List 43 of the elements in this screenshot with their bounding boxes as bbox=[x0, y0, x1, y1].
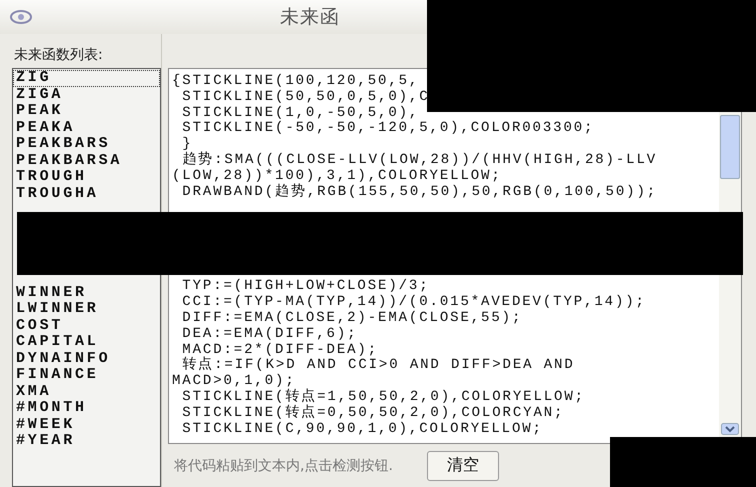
code-line: (LOW,28))*100),3,1),COLORYELLOW; bbox=[172, 168, 503, 184]
function-list-item[interactable]: #MONTH bbox=[13, 400, 160, 416]
function-list-item[interactable]: PEAKBARSA bbox=[13, 152, 160, 169]
function-list-item[interactable]: FINANCE bbox=[13, 367, 160, 384]
function-list-item[interactable]: DYNAINFO bbox=[13, 350, 160, 367]
code-line: DEA:=EMA(DIFF,6); bbox=[181, 326, 358, 342]
clear-button[interactable]: 清空 bbox=[426, 450, 499, 480]
code-line: MACD>0,1,0); bbox=[172, 374, 296, 390]
function-list-item[interactable]: XMA bbox=[13, 384, 160, 400]
code-line: STICKLINE(C,90,90,1,0),COLORYELLOW; bbox=[181, 422, 544, 438]
scrollbar-thumb[interactable] bbox=[720, 115, 740, 179]
function-list-item[interactable]: LWINNER bbox=[13, 301, 160, 318]
code-line: STICKLINE(1,0,-50,5,0), bbox=[181, 106, 420, 121]
function-list-item[interactable]: TROUGHA bbox=[13, 186, 160, 202]
function-list-item[interactable]: PEAKA bbox=[13, 120, 160, 136]
function-list-item[interactable]: WINNER bbox=[13, 284, 160, 301]
function-list-item[interactable]: PEAK bbox=[13, 103, 160, 120]
code-line: STICKLINE(-50,-50,-120,5,0),COLOR003300; bbox=[181, 121, 596, 136]
code-line: TYP:=(HIGH+LOW+CLOSE)/3; bbox=[181, 279, 431, 294]
list-label: 未来函数列表: bbox=[14, 46, 104, 64]
window-title: 未来函 bbox=[280, 5, 340, 30]
function-list-item[interactable]: ZIG bbox=[13, 70, 160, 86]
code-line: STICKLINE(转点=1,50,50,2,0),COLORYELLOW; bbox=[181, 390, 586, 405]
code-line: DIFF:=EMA(CLOSE,2)-EMA(CLOSE,55); bbox=[181, 310, 524, 326]
code-line: 趋势:SMA(((CLOSE-LLV(LOW,28))/(HHV(HIGH,28)-LLV bbox=[181, 152, 658, 168]
hint-text: 将代码粘贴到文本内,点击检测按钮. bbox=[174, 456, 393, 474]
function-list-item[interactable]: CAPITAL bbox=[13, 334, 160, 350]
code-line: {STICKLINE(100,120,50,5, bbox=[172, 74, 420, 90]
function-list-item[interactable]: TROUGH bbox=[13, 169, 160, 186]
app-icon bbox=[8, 7, 34, 27]
function-list-item[interactable]: #WEEK bbox=[13, 416, 160, 433]
function-list-item[interactable]: ZIGA bbox=[13, 86, 160, 103]
scroll-down-icon[interactable] bbox=[721, 423, 739, 435]
code-line: STICKLINE(50,50,0,5,0),C bbox=[181, 90, 431, 106]
code-line: DRAWBAND(趋势,RGB(155,50,50),50,RGB(0,100,50)); bbox=[181, 184, 658, 200]
code-line: } bbox=[181, 137, 193, 152]
function-list-item[interactable]: #YEAR bbox=[13, 433, 160, 450]
function-list-item[interactable]: PEAKBARS bbox=[13, 136, 160, 152]
code-line: MACD:=2*(DIFF-DEA); bbox=[181, 342, 380, 358]
code-line: STICKLINE(转点=0,50,50,2,0),COLORCYAN; bbox=[181, 406, 566, 422]
function-list-item[interactable]: COST bbox=[13, 318, 160, 334]
code-line: CCI:=(TYP-MA(TYP,14))/(0.015*AVEDEV(TYP,14)); bbox=[181, 295, 647, 310]
code-line: 转点:=IF(K>D AND CCI>0 AND DIFF>DEA AND bbox=[181, 358, 576, 374]
